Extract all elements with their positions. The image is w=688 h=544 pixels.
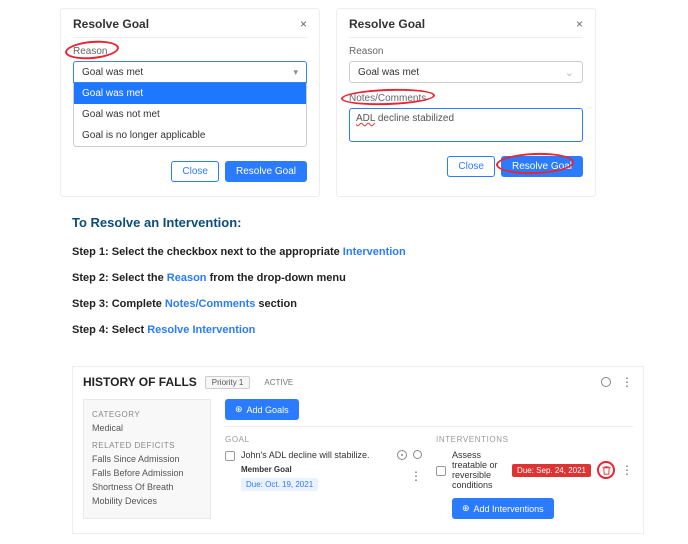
resolve-goal-button[interactable]: Resolve Goal bbox=[501, 156, 583, 177]
resolve-goal-modal-right: Resolve Goal × Reason Goal was met ⌄ Not… bbox=[336, 8, 596, 197]
intervention-text: Assess treatable or reversible condition… bbox=[452, 450, 506, 490]
notes-label-text: Notes/Comments bbox=[349, 93, 426, 104]
step-1: Step 1: Select the checkbox next to the … bbox=[72, 246, 638, 258]
intervention-checkbox[interactable] bbox=[436, 466, 446, 476]
close-icon[interactable]: × bbox=[576, 17, 583, 31]
category-value: Medical bbox=[92, 423, 202, 433]
info-icon[interactable] bbox=[413, 450, 422, 459]
resolve-goal-modal-left: Resolve Goal × Reason Goal was met ▾ Goa… bbox=[60, 8, 320, 197]
history-of-falls-panel: HISTORY OF FALLS Priority 1 ACTIVE ⋮ CAT… bbox=[72, 366, 644, 534]
kebab-menu-icon[interactable]: ⋮ bbox=[621, 465, 633, 475]
intervention-card: INTERVENTIONS Assess treatable or revers… bbox=[436, 435, 633, 519]
close-button[interactable]: Close bbox=[171, 161, 219, 182]
step-3: Step 3: Complete Notes/Comments section bbox=[72, 298, 638, 310]
chevron-down-icon: ⌄ bbox=[565, 66, 574, 79]
modal-title: Resolve Goal bbox=[349, 17, 425, 31]
close-button[interactable]: Close bbox=[447, 156, 495, 177]
section-title: To Resolve an Intervention: bbox=[72, 215, 638, 230]
info-icon[interactable] bbox=[601, 377, 611, 387]
goal-card: GOAL John's ADL decline will stabilize. … bbox=[225, 435, 422, 519]
plus-icon: ⊕ bbox=[235, 404, 243, 415]
plus-icon: ⊕ bbox=[462, 503, 470, 514]
notes-textarea[interactable]: ADL decline stabilized bbox=[349, 108, 583, 142]
delete-icon[interactable] bbox=[597, 461, 615, 479]
kebab-menu-icon[interactable]: ⋮ bbox=[621, 377, 633, 387]
reason-option-na[interactable]: Goal is no longer applicable bbox=[74, 125, 306, 146]
reason-label: Reason bbox=[349, 46, 583, 57]
reason-select-value: Goal was met bbox=[82, 67, 143, 78]
deficit-item: Falls Before Admission bbox=[92, 468, 202, 478]
notes-link[interactable]: Notes/Comments bbox=[165, 298, 255, 310]
status-chip: ACTIVE bbox=[258, 377, 299, 388]
interventions-heading: INTERVENTIONS bbox=[436, 435, 633, 444]
chevron-down-icon: ▾ bbox=[293, 67, 298, 78]
reason-select[interactable]: Goal was met ▾ bbox=[73, 61, 307, 83]
resolve-goal-button[interactable]: Resolve Goal bbox=[225, 161, 307, 182]
deficit-item: Mobility Devices bbox=[92, 496, 202, 506]
member-goal-label: Member Goal bbox=[241, 465, 404, 474]
modal-title: Resolve Goal bbox=[73, 17, 149, 31]
priority-chip: Priority 1 bbox=[205, 376, 251, 389]
intervention-link[interactable]: Intervention bbox=[343, 246, 406, 258]
category-heading: CATEGORY bbox=[92, 410, 202, 419]
reason-select-value: Goal was met bbox=[358, 67, 419, 78]
intervention-due-badge: Due: Sep. 24, 2021 bbox=[512, 464, 591, 477]
goal-text: John's ADL decline will stabilize. bbox=[241, 450, 391, 460]
deficit-item: Falls Since Admission bbox=[92, 454, 202, 464]
reason-dropdown-panel: Goal was met Goal was not met Goal is no… bbox=[73, 83, 307, 147]
notes-label: Notes/Comments bbox=[349, 93, 583, 104]
reason-option-met[interactable]: Goal was met bbox=[74, 83, 306, 104]
reason-label: Reason bbox=[73, 46, 307, 57]
add-interventions-button[interactable]: ⊕Add Interventions bbox=[452, 498, 554, 519]
step-2: Step 2: Select the Reason from the drop-… bbox=[72, 272, 638, 284]
sidebar-deficits: CATEGORY Medical RELATED DEFICITS Falls … bbox=[83, 399, 211, 519]
add-goals-button[interactable]: ⊕Add Goals bbox=[225, 399, 299, 420]
target-icon[interactable] bbox=[397, 450, 407, 460]
reason-option-not-met[interactable]: Goal was not met bbox=[74, 104, 306, 125]
panel-title: HISTORY OF FALLS bbox=[83, 375, 197, 389]
reason-label-text: Reason bbox=[73, 46, 107, 57]
goal-checkbox[interactable] bbox=[225, 451, 235, 461]
notes-text-adl: ADL bbox=[356, 113, 375, 124]
reason-link[interactable]: Reason bbox=[167, 272, 207, 284]
kebab-menu-icon[interactable]: ⋮ bbox=[410, 471, 422, 481]
goal-heading: GOAL bbox=[225, 435, 422, 444]
resolve-intervention-link[interactable]: Resolve Intervention bbox=[147, 324, 255, 336]
deficit-item: Shortness Of Breath bbox=[92, 482, 202, 492]
step-4: Step 4: Select Resolve Intervention bbox=[72, 324, 638, 336]
goal-due-badge: Due: Oct. 19, 2021 bbox=[241, 478, 318, 491]
notes-text-rest: decline stabilized bbox=[378, 113, 454, 124]
reason-select[interactable]: Goal was met ⌄ bbox=[349, 61, 583, 83]
close-icon[interactable]: × bbox=[300, 17, 307, 31]
related-deficits-heading: RELATED DEFICITS bbox=[92, 441, 202, 450]
